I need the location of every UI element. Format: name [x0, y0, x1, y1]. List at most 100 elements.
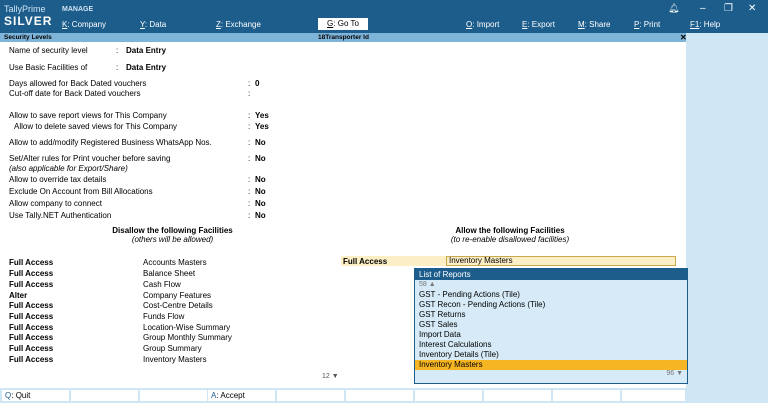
list-item[interactable]: GST Returns	[415, 310, 687, 320]
menu-import[interactable]: O: Import	[466, 20, 499, 29]
chevron-down-icon[interactable]: ▼	[332, 373, 339, 380]
list-item[interactable]: GST Sales	[415, 320, 687, 330]
menu-exchange[interactable]: Z: Exchange	[216, 20, 261, 29]
exclude-label: Exclude On Account from Bill Allocations	[9, 187, 153, 196]
exclude-value[interactable]: No	[255, 187, 266, 196]
more-count-value: 12	[322, 373, 330, 380]
empty-button	[553, 390, 621, 401]
disallow-access[interactable]: Full Access	[9, 312, 53, 321]
disallow-facility[interactable]: Accounts Masters	[143, 258, 207, 267]
allow-facility-input[interactable]: Inventory Masters	[446, 256, 676, 266]
accept-button[interactable]: A: Accept	[208, 390, 276, 401]
manage-label: MANAGE	[62, 6, 94, 13]
minimize-icon[interactable]: –	[700, 3, 706, 14]
disallow-facility[interactable]: Cash Flow	[143, 280, 181, 289]
chevron-up-icon[interactable]: ▲	[429, 281, 436, 288]
delete-views-label: Allow to delete saved views for This Com…	[14, 122, 178, 131]
disallow-facility[interactable]: Cost-Centre Details	[143, 301, 213, 310]
goto-button[interactable]: G: Go To	[318, 18, 368, 30]
allow-subtitle: (to re-enable disallowed facilities)	[450, 235, 570, 244]
list-item[interactable]: Import Data	[415, 330, 687, 340]
app-logo: TallyPrime SILVER	[4, 4, 52, 28]
more-count: 12 ▼	[322, 373, 339, 380]
disallow-access[interactable]: Alter	[9, 291, 27, 300]
disallow-facility[interactable]: Funds Flow	[143, 312, 184, 321]
disallow-access[interactable]: Full Access	[9, 280, 53, 289]
disallow-facility[interactable]: Inventory Masters	[143, 355, 207, 364]
menu-export-label: Export	[531, 20, 555, 29]
menu-exchange-label: Exchange	[225, 20, 261, 29]
menu-company[interactable]: K: Company	[62, 20, 106, 29]
disallow-subtitle: (others will be allowed)	[131, 235, 214, 244]
menu-help-label: Help	[703, 20, 721, 29]
disallow-access[interactable]: Full Access	[9, 333, 53, 342]
connect-value[interactable]: No	[255, 199, 266, 208]
whatsapp-value[interactable]: No	[255, 138, 266, 147]
menu-import-label: Import	[476, 20, 500, 29]
disallow-access[interactable]: Full Access	[9, 344, 53, 353]
disallow-header: Disallow the following Facilities (other…	[100, 226, 245, 244]
disallow-facility[interactable]: Balance Sheet	[143, 269, 195, 278]
top-bar: TallyPrime SILVER MANAGE K: Company Y: D…	[0, 0, 768, 33]
override-tax-label: Allow to override tax details	[9, 175, 107, 184]
disallow-facility[interactable]: Company Features	[143, 291, 211, 300]
colon: :	[248, 138, 251, 147]
colon: :	[248, 199, 251, 208]
print-rules-label: Set/Alter rules for Print voucher before…	[9, 154, 171, 163]
quit-button[interactable]: Q: Quit	[2, 390, 70, 401]
list-item[interactable]: GST - Pending Actions (Tile)	[415, 290, 687, 300]
menu-help[interactable]: F1: Help	[690, 20, 720, 29]
list-item-selected[interactable]: Inventory Masters	[415, 360, 687, 370]
count-above: 58 ▲	[415, 280, 687, 290]
count-below-value: 96	[666, 370, 675, 377]
close-window-icon[interactable]: ✕	[748, 3, 756, 14]
menu-export[interactable]: E: Export	[522, 20, 555, 29]
count-below: 96 ▼	[666, 370, 683, 377]
list-of-reports-title: List of Reports	[415, 269, 687, 280]
disallow-access[interactable]: Full Access	[9, 301, 53, 310]
colon: :	[248, 122, 251, 131]
disallow-facility[interactable]: Group Summary	[143, 344, 202, 353]
days-value[interactable]: 0	[255, 79, 259, 88]
disallow-facility[interactable]: Location-Wise Summary	[143, 323, 230, 332]
menu-data-key: Y	[140, 20, 145, 29]
disallow-facility[interactable]: Group Monthly Summary	[143, 333, 232, 342]
colon: :	[248, 154, 251, 163]
basic-value[interactable]: Data Entry	[126, 63, 166, 72]
allow-access[interactable]: Full Access	[343, 257, 387, 266]
disallow-title: Disallow the following Facilities	[112, 226, 233, 235]
print-rules-value[interactable]: No	[255, 154, 266, 163]
menu-data[interactable]: Y: Data	[140, 20, 166, 29]
list-item[interactable]: Interest Calculations	[415, 340, 687, 350]
empty-button	[622, 390, 686, 401]
disallow-access[interactable]: Full Access	[9, 323, 53, 332]
menu-share[interactable]: M: Share	[578, 20, 610, 29]
menu-import-key: O	[466, 20, 473, 29]
list-item[interactable]: Inventory Details (Tile)	[415, 350, 687, 360]
name-label: Name of security level	[9, 46, 88, 55]
disallow-access[interactable]: Full Access	[9, 355, 53, 364]
quit-key: Q	[5, 391, 12, 400]
restore-icon[interactable]: ❐	[724, 3, 733, 14]
tallynet-label: Use Tally.NET Authentication	[9, 211, 112, 220]
whatsapp-label: Allow to add/modify Registered Business …	[9, 138, 212, 147]
chevron-down-icon[interactable]: ▼	[676, 370, 683, 377]
tallynet-value[interactable]: No	[255, 211, 266, 220]
disallow-access[interactable]: Full Access	[9, 258, 53, 267]
allow-title: Allow the following Facilities	[455, 226, 565, 235]
save-views-value[interactable]: Yes	[255, 111, 269, 120]
name-value[interactable]: Data Entry	[126, 46, 166, 55]
goto-key: G	[327, 19, 334, 28]
list-item[interactable]: GST Recon - Pending Actions (Tile)	[415, 300, 687, 310]
empty-button	[346, 390, 414, 401]
delete-views-value[interactable]: Yes	[255, 122, 269, 131]
menu-print[interactable]: P: Print	[634, 20, 660, 29]
accept-key: A	[211, 391, 217, 400]
menu-print-label: Print	[643, 20, 661, 29]
override-tax-value[interactable]: No	[255, 175, 266, 184]
menu-share-label: Share	[589, 20, 611, 29]
brand-edition: SILVER	[4, 14, 53, 28]
empty-button	[277, 390, 345, 401]
bell-icon[interactable]: 🔔︎	[668, 3, 679, 14]
disallow-access[interactable]: Full Access	[9, 269, 53, 278]
